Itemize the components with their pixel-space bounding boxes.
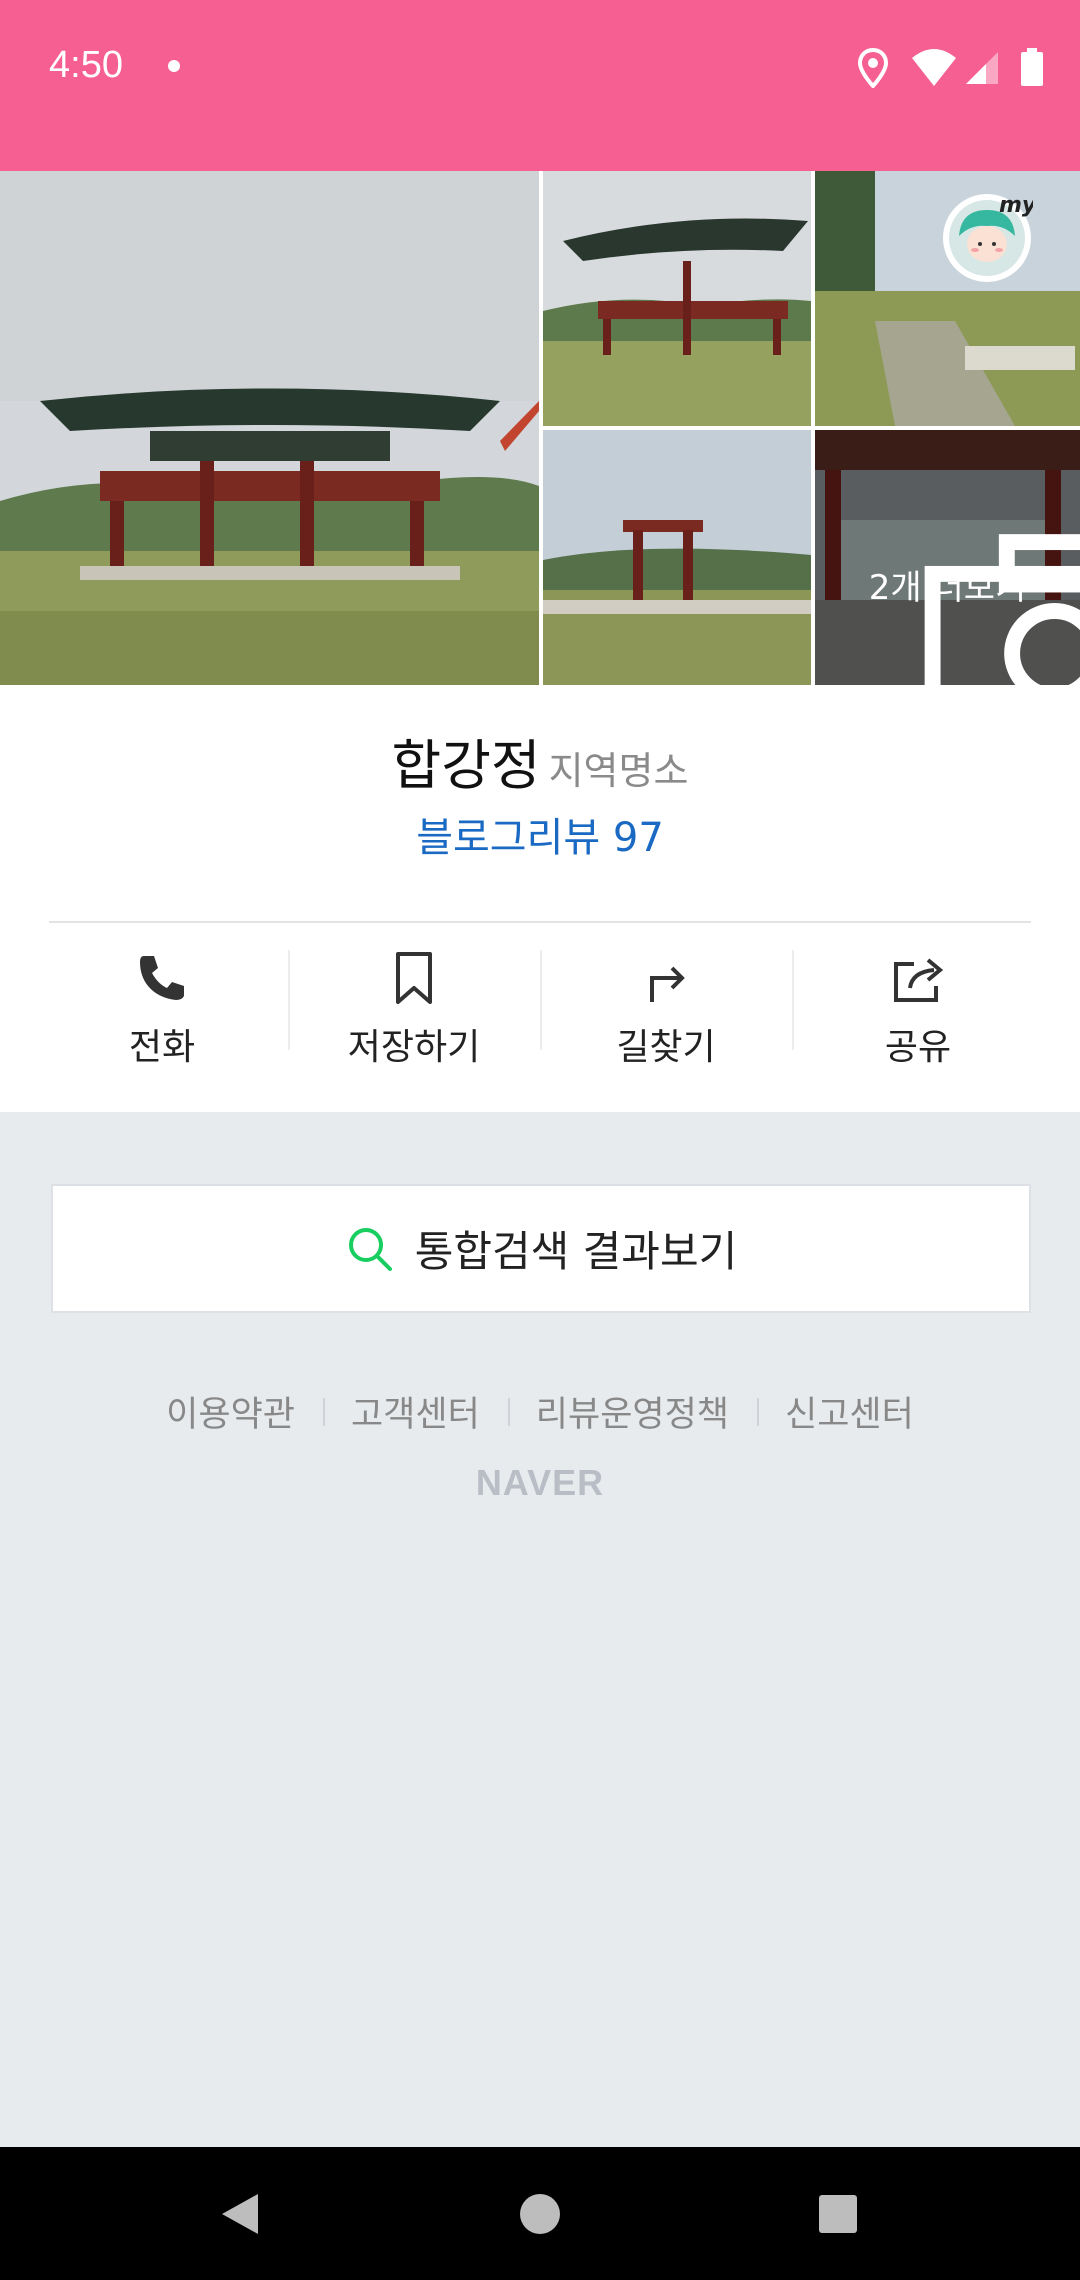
action-bar: 전화 저장하기 길찾기 공유 — [36, 950, 1044, 1080]
photo-grid: 2개 더보기 — [0, 171, 1080, 685]
blog-review-link[interactable]: 블로그리뷰 97 — [0, 805, 1080, 863]
call-label: 전화 — [128, 1027, 196, 1068]
notification-dot-icon — [168, 60, 180, 72]
share-label: 공유 — [884, 1027, 952, 1068]
system-nav-bar — [0, 2147, 1080, 2280]
battery-icon — [1021, 48, 1043, 86]
search-icon — [348, 1227, 392, 1271]
place-name: 합강정 — [391, 734, 541, 797]
wifi-icon — [912, 49, 956, 86]
directions-label: 길찾기 — [616, 1027, 716, 1068]
directions-icon — [650, 966, 685, 1002]
place-info: 합강정 지역명소 블로그리뷰 97 전화 저장하기 길찾기 공유 — [0, 685, 1080, 1112]
location-icon — [858, 48, 888, 88]
review-policy-link[interactable]: 리뷰운영정책 — [507, 1386, 757, 1437]
call-button[interactable]: 전화 — [36, 950, 288, 1080]
signal-icon — [966, 52, 998, 84]
title-row: 합강정 지역명소 — [0, 721, 1080, 800]
search-label: 통합검색 결과보기 — [414, 1227, 738, 1276]
more-photos-label: 2개 더보기 — [868, 568, 1027, 608]
terms-link[interactable]: 이용약관 — [138, 1386, 323, 1437]
integrated-search-button[interactable]: 통합검색 결과보기 — [51, 1184, 1031, 1313]
share-icon — [894, 958, 944, 1002]
recents-button[interactable] — [778, 2147, 898, 2280]
photo-4[interactable] — [543, 430, 811, 685]
status-icons — [858, 48, 1044, 88]
home-icon — [520, 2193, 560, 2234]
directions-button[interactable]: 길찾기 — [540, 950, 792, 1080]
back-button[interactable] — [180, 2147, 300, 2280]
save-button[interactable]: 저장하기 — [288, 950, 540, 1080]
recents-icon — [819, 2194, 857, 2233]
photo-2[interactable] — [543, 171, 811, 426]
save-label: 저장하기 — [347, 1027, 481, 1068]
photo-more[interactable]: 2개 더보기 — [815, 430, 1080, 685]
bookmark-icon — [396, 952, 432, 1004]
status-bar: 4:50 — [0, 0, 1080, 171]
back-icon — [222, 2193, 258, 2234]
share-button[interactable]: 공유 — [792, 950, 1044, 1080]
photo-main[interactable] — [0, 171, 539, 685]
my-avatar-badge[interactable]: my — [941, 192, 1038, 284]
footer-links: 이용약관 고객센터 리뷰운영정책 신고센터 — [0, 1386, 1080, 1437]
status-time: 4:50 — [49, 44, 123, 86]
home-button[interactable] — [480, 2147, 600, 2280]
naver-logo: NAVER — [475, 1462, 605, 1503]
customer-center-link[interactable]: 고객센터 — [322, 1386, 508, 1437]
divider — [49, 921, 1031, 923]
place-category: 지역명소 — [548, 749, 689, 793]
report-center-link[interactable]: 신고센터 — [757, 1386, 942, 1437]
my-badge-text: my — [999, 193, 1033, 218]
phone-icon — [140, 956, 184, 1000]
